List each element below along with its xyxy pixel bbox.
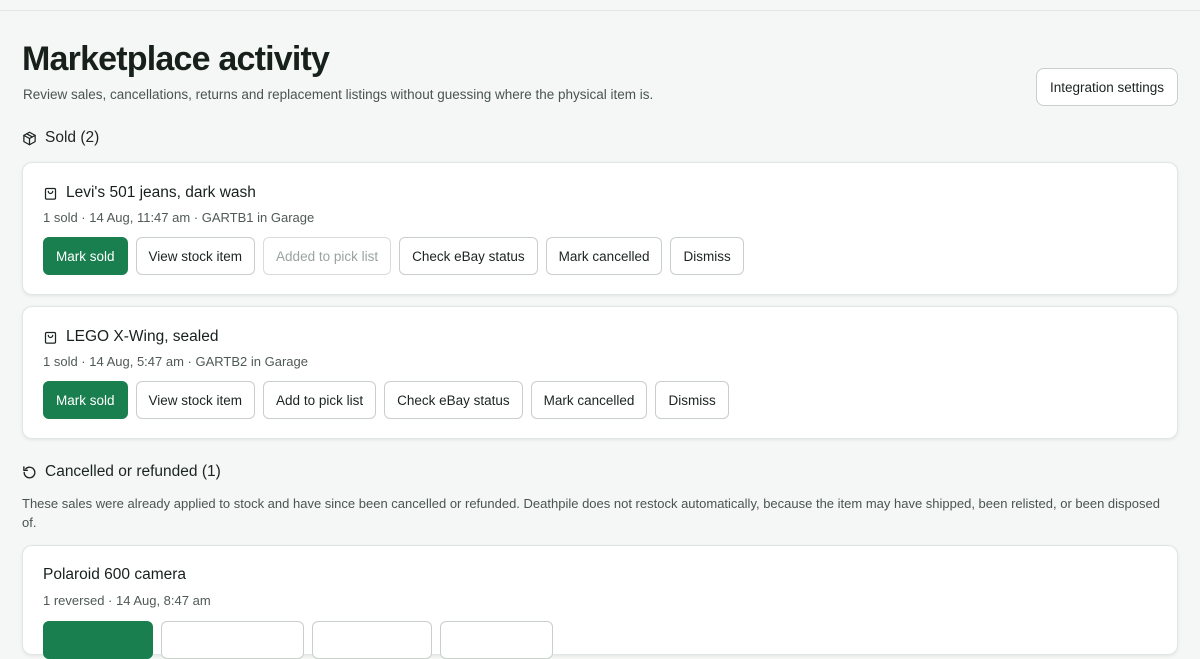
item-meta: 1 reversed · 14 Aug, 8:47 am	[43, 593, 211, 608]
item-title: LEGO X-Wing, sealed	[66, 328, 219, 345]
shopping-bag-icon	[44, 331, 57, 344]
action-button[interactable]	[161, 621, 304, 659]
dismiss-button[interactable]: Dismiss	[655, 381, 729, 419]
integration-settings-button[interactable]: Integration settings	[1036, 68, 1178, 106]
mark-cancelled-button[interactable]: Mark cancelled	[545, 237, 663, 275]
page-title: Marketplace activity	[22, 40, 330, 78]
page-subtitle: Review sales, cancellations, returns and…	[23, 87, 654, 102]
box-icon	[23, 131, 36, 145]
rotate-ccw-icon	[23, 465, 36, 478]
shopping-bag-icon	[44, 187, 57, 200]
action-button[interactable]	[440, 621, 553, 659]
check-ebay-status-button[interactable]: Check eBay status	[399, 237, 538, 275]
view-stock-item-button[interactable]: View stock item	[135, 237, 256, 275]
action-button[interactable]	[43, 621, 153, 659]
add-to-pick-list-button[interactable]: Add to pick list	[263, 381, 377, 419]
sold-item-card: Levi's 501 jeans, dark wash 1 sold · 14 …	[22, 162, 1178, 295]
check-ebay-status-button[interactable]: Check eBay status	[384, 381, 523, 419]
item-title: Levi's 501 jeans, dark wash	[66, 184, 256, 201]
sold-section-label: Sold (2)	[45, 129, 100, 146]
card-title-row: Levi's 501 jeans, dark wash	[43, 184, 256, 202]
card-actions: Mark sold View stock item Add to pick li…	[43, 381, 729, 419]
mark-cancelled-button[interactable]: Mark cancelled	[530, 381, 648, 419]
sold-section-heading: Sold (2)	[22, 129, 99, 147]
mark-sold-button[interactable]: Mark sold	[43, 381, 128, 419]
card-title-row: Polaroid 600 camera	[43, 566, 186, 584]
mark-sold-button[interactable]: Mark sold	[43, 237, 128, 275]
cancelled-item-card: Polaroid 600 camera 1 reversed · 14 Aug,…	[22, 545, 1178, 659]
item-meta: 1 sold · 14 Aug, 5:47 am · GARTB2 in Gar…	[43, 354, 308, 369]
card-actions	[43, 621, 553, 659]
action-button[interactable]	[312, 621, 432, 659]
top-divider	[0, 10, 1200, 11]
card-actions: Mark sold View stock item Added to pick …	[43, 237, 744, 275]
added-to-pick-list-button: Added to pick list	[263, 237, 392, 275]
card-title-row: LEGO X-Wing, sealed	[43, 328, 218, 346]
dismiss-button[interactable]: Dismiss	[670, 237, 744, 275]
sold-item-card: LEGO X-Wing, sealed 1 sold · 14 Aug, 5:4…	[22, 306, 1178, 439]
item-meta: 1 sold · 14 Aug, 11:47 am · GARTB1 in Ga…	[43, 210, 315, 225]
cancelled-section-heading: Cancelled or refunded (1)	[22, 463, 221, 481]
view-stock-item-button[interactable]: View stock item	[135, 381, 256, 419]
cancelled-section-note: These sales were already applied to stoc…	[22, 496, 1160, 530]
item-title: Polaroid 600 camera	[43, 566, 187, 583]
cancelled-section-label: Cancelled or refunded (1)	[45, 463, 221, 480]
